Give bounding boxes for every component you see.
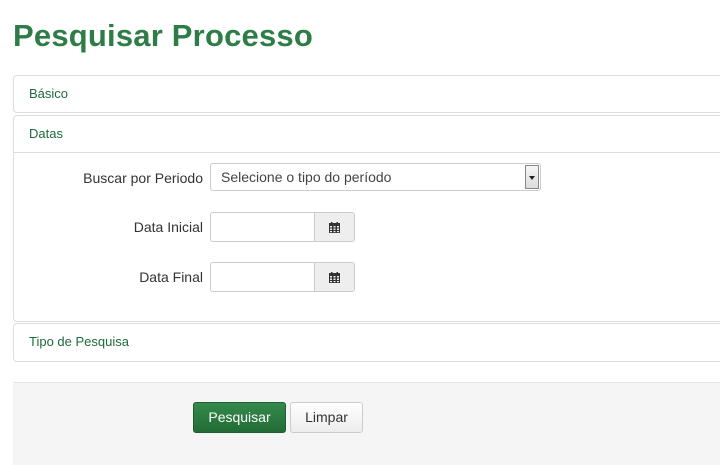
form-actions-bar: Pesquisar Limpar [13, 382, 720, 465]
panel-basico: Básico [13, 75, 720, 113]
data-final-row: Data Final [14, 262, 720, 292]
data-final-label: Data Final [139, 269, 203, 285]
data-inicial-row: Data Inicial [14, 212, 720, 242]
periodo-select-value: Selecione o tipo do período [221, 169, 392, 185]
panel-tipo-pesquisa: Tipo de Pesquisa [13, 323, 720, 362]
panel-datas-heading[interactable]: Datas [14, 116, 720, 153]
periodo-row: Buscar por Periodo Selecione o tipo do p… [14, 163, 720, 193]
page-title: Pesquisar Processo [13, 18, 313, 53]
calendar-icon [329, 222, 340, 233]
periodo-label: Buscar por Periodo [83, 170, 203, 186]
periodo-select[interactable]: Selecione o tipo do período [210, 163, 541, 191]
panel-basico-heading[interactable]: Básico [14, 76, 720, 112]
panel-datas: Datas Buscar por Periodo Selecione o tip… [13, 115, 720, 322]
data-inicial-input[interactable] [210, 212, 314, 242]
calendar-icon [329, 272, 340, 283]
panel-tipo-pesquisa-heading[interactable]: Tipo de Pesquisa [14, 324, 720, 360]
chevron-down-icon[interactable] [525, 165, 539, 189]
data-final-input[interactable] [210, 262, 314, 292]
data-inicial-label: Data Inicial [133, 219, 203, 235]
clear-button[interactable]: Limpar [290, 402, 363, 433]
search-button[interactable]: Pesquisar [193, 402, 286, 433]
data-inicial-calendar-button[interactable] [314, 212, 355, 242]
data-final-calendar-button[interactable] [314, 262, 355, 292]
